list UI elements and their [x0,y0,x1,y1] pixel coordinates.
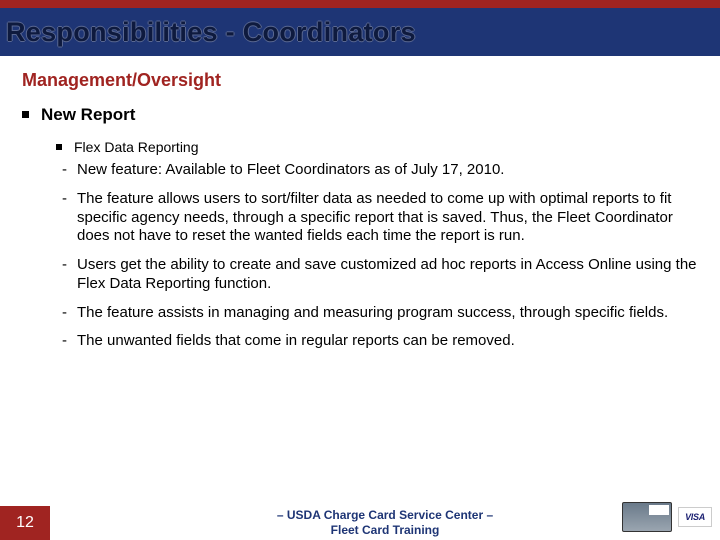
bullet-l1-text: New Report [41,105,135,125]
footer-line-1: – USDA Charge Card Service Center – [50,508,720,523]
bullet-l3-text: The feature assists in managing and meas… [77,304,668,323]
bullet-l3-text: The unwanted fields that come in regular… [77,332,515,351]
visa-logo-icon: VISA [678,507,712,527]
slide-title: Responsibilities - Coordinators [6,17,416,48]
footer-text: – USDA Charge Card Service Center – Flee… [50,508,720,538]
list-item: - Users get the ability to create and sa… [62,256,698,294]
top-accent-bar [0,0,720,8]
list-item: - The unwanted fields that come in regul… [62,332,698,351]
section-heading: Management/Oversight [22,70,698,91]
footer-line-2: Fleet Card Training [50,523,720,538]
slide: Responsibilities - Coordinators Manageme… [0,0,720,540]
page-number: 12 [0,506,50,540]
dash-icon: - [62,332,67,351]
bullet-l2-text: Flex Data Reporting [74,139,199,155]
bullet-l3-text: The feature allows users to sort/filter … [77,190,698,246]
dash-icon: - [62,161,67,180]
list-item: - New feature: Available to Fleet Coordi… [62,161,698,180]
square-bullet-icon [56,144,62,150]
bullet-level-1: New Report [22,105,698,139]
footer-logos: VISA [622,502,712,532]
dash-icon: - [62,256,67,275]
list-item: - The feature allows users to sort/filte… [62,190,698,246]
card-logo-icon [622,502,672,532]
bullet-l3-text: Users get the ability to create and save… [77,256,698,294]
dash-icon: - [62,304,67,323]
bullet-level-2: Flex Data Reporting [56,139,698,155]
square-bullet-icon [22,111,29,118]
bullet-l3-text: New feature: Available to Fleet Coordina… [77,161,504,180]
bullet-level-3-list: - New feature: Available to Fleet Coordi… [62,161,698,351]
footer: 12 – USDA Charge Card Service Center – F… [0,506,720,540]
content-area: Management/Oversight New Report Flex Dat… [0,56,720,351]
list-item: - The feature assists in managing and me… [62,304,698,323]
title-bar: Responsibilities - Coordinators [0,8,720,56]
dash-icon: - [62,190,67,209]
